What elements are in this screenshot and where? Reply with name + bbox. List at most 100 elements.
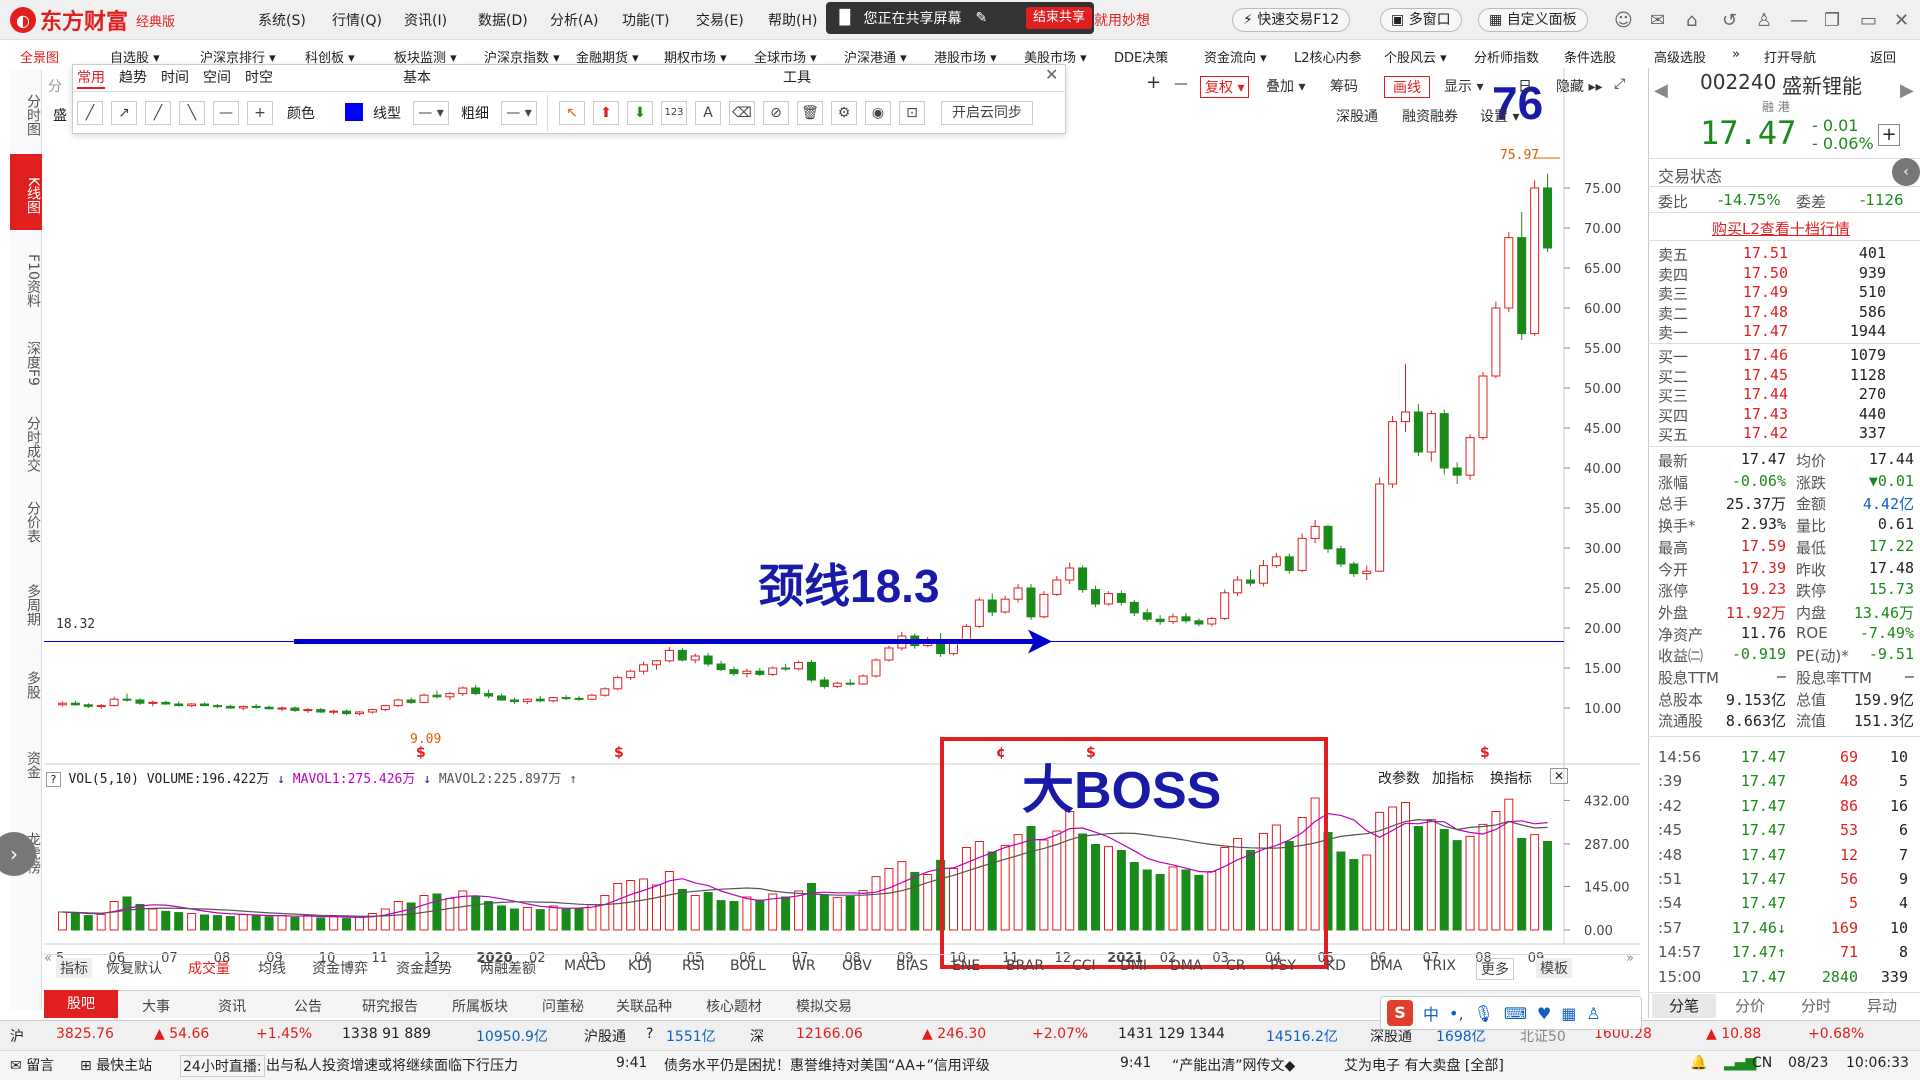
tab-anomaly[interactable]: 异动 xyxy=(1850,994,1914,1018)
zoom-out-button[interactable]: — xyxy=(1174,76,1188,92)
tool-panel-close[interactable]: ✕ xyxy=(1045,65,1058,84)
settings-dropdown[interactable]: 设置 ▾ xyxy=(1480,106,1519,126)
eraser-tool-icon[interactable]: ⌫ xyxy=(729,101,755,125)
color-swatch[interactable] xyxy=(345,103,363,121)
news-tab-sim-trade[interactable]: 模拟交易 xyxy=(796,996,852,1016)
segment-tool-icon[interactable]: ╱ xyxy=(77,101,103,125)
menu-dde[interactable]: DDE决策 xyxy=(1114,47,1168,66)
tab-price-table[interactable]: 分价表 xyxy=(10,490,42,554)
menu-condition-select[interactable]: 条件选股 xyxy=(1564,47,1616,66)
news-tab-guba[interactable]: 股吧 xyxy=(44,990,118,1018)
news-item-4[interactable]: 艾为电子 有大卖盘 [全部] xyxy=(1344,1055,1504,1075)
ind-tab-psy[interactable]: PSY xyxy=(1270,958,1296,974)
shirt-icon[interactable]: ♙ xyxy=(1756,10,1772,31)
gear-tool-icon[interactable]: ⚙ xyxy=(831,101,857,125)
shengangtong-button[interactable]: 深股通 xyxy=(1336,106,1378,126)
zoom-in-button[interactable]: + xyxy=(1146,72,1161,93)
custom-panel-button[interactable]: ▦ 自定义面板 xyxy=(1478,8,1588,32)
number-tool-icon[interactable]: 123 xyxy=(661,101,687,125)
ind-tab-brar[interactable]: BRAR xyxy=(1006,958,1044,974)
tab-multi-period[interactable]: 多周期 xyxy=(10,570,42,640)
hgt-info-icon[interactable]: ? xyxy=(646,1026,653,1042)
restore2-icon[interactable]: ▭ xyxy=(1860,10,1877,31)
mail-icon[interactable]: ✉ xyxy=(1650,10,1665,31)
ind-tab-dma[interactable]: DMA xyxy=(1170,958,1202,974)
ind-tab-dmi[interactable]: DMI xyxy=(1120,958,1147,974)
tab-fund[interactable]: 资金 xyxy=(10,740,42,790)
ime-mic-icon[interactable]: 🎙 xyxy=(1474,1004,1494,1023)
ind-tab-indicator[interactable]: 指标 xyxy=(56,958,92,978)
menu-data[interactable]: 数据(D) xyxy=(478,10,528,30)
news-tab-research[interactable]: 研究报告 xyxy=(362,996,418,1016)
home-icon[interactable]: ⌂ xyxy=(1686,10,1697,31)
ime-toolbar[interactable]: S 中 •, 🎙 ⌨ ♥ ▦ ♙ xyxy=(1380,996,1642,1030)
tool-tab-common[interactable]: 常用 xyxy=(77,67,105,89)
tool-tab-time[interactable]: 时间 xyxy=(161,67,189,87)
menu-l2[interactable]: L2核心内参 xyxy=(1294,47,1362,66)
tab-depth[interactable]: 深度F9 xyxy=(10,328,42,398)
ind-tab-cci[interactable]: CCI xyxy=(1072,958,1096,974)
menu-analysis[interactable]: 分析(A) xyxy=(550,10,599,30)
ind-tab-cr[interactable]: CR xyxy=(1226,958,1246,974)
line-type-select[interactable]: — ▾ xyxy=(413,101,449,125)
event-marker-2[interactable]: $ xyxy=(614,745,624,761)
ime-grid-icon[interactable]: ▦ xyxy=(1561,1004,1576,1023)
event-marker-4[interactable]: $ xyxy=(1086,745,1096,761)
hgt-label[interactable]: 沪股通 xyxy=(584,1026,626,1046)
event-marker-1[interactable]: $ xyxy=(416,745,426,761)
lock-tool-icon[interactable]: ⊡ xyxy=(899,101,925,125)
menu-open-nav[interactable]: 打开导航 xyxy=(1764,47,1816,66)
news-tab-info[interactable]: 资讯 xyxy=(218,996,246,1016)
ind-tab-ene[interactable]: ENE xyxy=(952,958,980,974)
erase-all-tool-icon[interactable]: ⊘ xyxy=(763,101,789,125)
user-icon[interactable]: ☺ xyxy=(1614,10,1633,31)
delete-tool-icon[interactable]: 🗑 xyxy=(797,101,823,125)
app-logo[interactable]: ◐ 东方财富 经典版 xyxy=(10,6,175,35)
menu-fund-flow[interactable]: 资金流向 ▾ xyxy=(1204,47,1267,66)
quick-trade-button[interactable]: ⚡ 快速交易F12 xyxy=(1232,8,1351,32)
collapse-right-icon[interactable]: ‹ xyxy=(1892,158,1920,186)
tab-kline[interactable]: K线图 xyxy=(10,154,42,230)
tool-tab-space[interactable]: 空间 xyxy=(203,67,231,87)
sh-label[interactable]: 沪 xyxy=(10,1026,24,1046)
display-dropdown[interactable]: 显示 ▾ xyxy=(1444,76,1483,96)
news-item-3[interactable]: “产能出清”网传文◆ xyxy=(1172,1055,1295,1075)
tab-intraday[interactable]: 分时图 xyxy=(10,80,42,150)
live-label[interactable]: 24小时直播: xyxy=(180,1055,265,1077)
eye-tool-icon[interactable]: ◉ xyxy=(865,101,891,125)
hline-tool-icon[interactable]: — xyxy=(213,101,239,125)
ime-punct-icon[interactable]: •, xyxy=(1449,1004,1464,1023)
tab-trade-detail[interactable]: 分时成交 xyxy=(10,404,42,484)
menu-more[interactable]: » xyxy=(1732,47,1740,62)
ind-tab-boll[interactable]: BOLL xyxy=(730,958,766,974)
news-tab-announcements[interactable]: 公告 xyxy=(294,996,322,1016)
tab-f10[interactable]: F10资料 xyxy=(10,242,42,320)
news-tab-core-themes[interactable]: 核心题材 xyxy=(706,996,762,1016)
ind-tab-obv[interactable]: OBV xyxy=(842,958,872,974)
bell-icon[interactable]: 🔔 xyxy=(1690,1055,1707,1071)
tool-tab-trend[interactable]: 趋势 xyxy=(119,67,147,87)
ind-tab-ma[interactable]: 均线 xyxy=(258,958,286,978)
news-tab-related[interactable]: 关联品种 xyxy=(616,996,672,1016)
share-pen-icon[interactable]: ✎ xyxy=(976,10,988,26)
ind-tab-rsi[interactable]: RSI xyxy=(682,958,705,974)
ind-tab-more[interactable]: 更多 xyxy=(1476,958,1514,980)
message-button[interactable]: ✉ 留言 xyxy=(10,1055,54,1075)
vol-question-icon[interactable]: ? xyxy=(46,772,61,787)
line-tool-icon[interactable]: ╱ xyxy=(145,101,171,125)
down-line-tool-icon[interactable]: ╲ xyxy=(179,101,205,125)
ind-tab-template[interactable]: 模板 xyxy=(1536,958,1572,978)
ind-tab-reset[interactable]: 恢复默认 xyxy=(106,958,162,978)
margin-button[interactable]: 融资融券 xyxy=(1402,106,1458,126)
menu-stock-risk[interactable]: 个股风云 ▾ xyxy=(1384,47,1447,66)
ind-tab-dma-2[interactable]: DMA xyxy=(1370,958,1402,974)
menu-overview[interactable]: 全景图 xyxy=(20,47,59,66)
overlay-dropdown[interactable]: 叠加 ▾ xyxy=(1266,76,1305,96)
news-item-1[interactable]: 出与私人投资增速或将继续面临下行压力 xyxy=(266,1055,518,1075)
kline-chart[interactable]: 75.00 70.00 65.00 60.00 55.00 50.00 45.00 40.00… xyxy=(44,68,1642,968)
thickness-select[interactable]: — ▾ xyxy=(501,101,537,125)
restore-icon[interactable]: ❐ xyxy=(1824,10,1840,31)
menu-analyst-index[interactable]: 分析师指数 xyxy=(1474,47,1539,66)
menu-quote[interactable]: 行情(Q) xyxy=(332,10,382,30)
add-indicator-button[interactable]: 加指标 xyxy=(1432,768,1474,788)
